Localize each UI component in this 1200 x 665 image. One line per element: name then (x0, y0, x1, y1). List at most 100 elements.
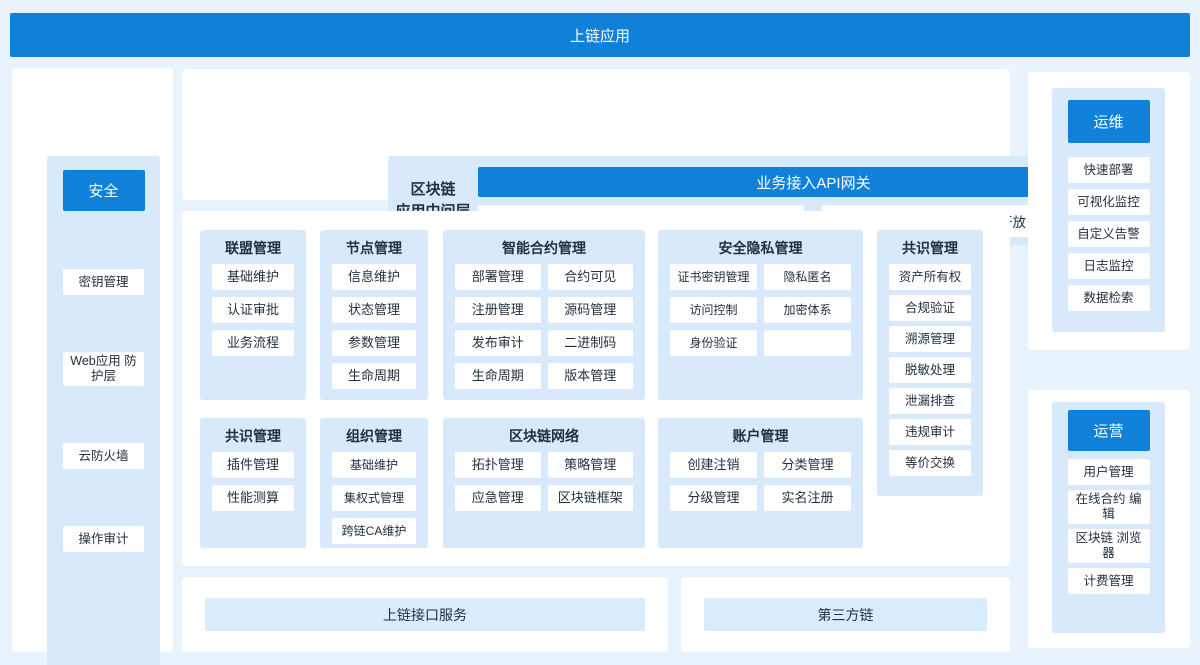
item-box: 等价交换 (889, 450, 971, 476)
modules-section: 联盟管理 基础维护认证审批业务流程 节点管理 信息维护状态管理参数管理生命周期 … (182, 211, 1010, 566)
item-box: 源码管理 (548, 297, 634, 323)
item-box: 违规审计 (889, 419, 971, 445)
item-box: 二进制码 (548, 330, 634, 356)
item-box: 状态管理 (332, 297, 416, 323)
item-box: 分级管理 (670, 485, 757, 511)
item-box: 注册管理 (455, 297, 541, 323)
item-box: 加密体系 (764, 297, 851, 323)
module-title: 智能合约管理 (455, 240, 633, 256)
item-box: 应急管理 (455, 485, 541, 511)
item-box: 日志监控 (1068, 253, 1150, 279)
module-items: 部署管理合约可见注册管理源码管理发布审计二进制码生命周期版本管理 (455, 264, 633, 389)
item-box: 可视化监控 (1068, 189, 1150, 215)
item-box: 身份验证 (670, 330, 757, 356)
middleware-section: 区块链 应用中间层 业务接入API网关 上链接口服务 智能合约开放 (182, 69, 1010, 200)
item-box: 基础维护 (212, 264, 294, 290)
item-box: Web应用 防护层 (63, 352, 144, 386)
module-items: 基础维护集权式管理跨链CA维护 (332, 452, 416, 544)
item-box: 隐私匿名 (764, 264, 851, 290)
ops-column: 运维 快速部署可视化监控自定义告警日志监控数据检索 (1052, 88, 1165, 332)
item-box: 参数管理 (332, 330, 416, 356)
middleware-label-line1: 区块链 (395, 179, 470, 201)
item-box: 溯源管理 (889, 326, 971, 352)
module-title: 账户管理 (670, 428, 851, 444)
item-box: 证书密钥管理 (670, 264, 757, 290)
item-box (764, 330, 851, 356)
bottom-chain-service-panel: 上链接口服务 (182, 577, 668, 652)
item-box: 分类管理 (764, 452, 851, 478)
item-box: 基础维护 (332, 452, 416, 478)
module-items: 创建注销分类管理分级管理实名注册 (670, 452, 851, 511)
chain-interface-service-bar: 上链接口服务 (205, 598, 645, 631)
item-box: 在线合约 编辑 (1068, 490, 1150, 524)
top-banner: 上链应用 (10, 13, 1190, 57)
module-title: 组织管理 (332, 428, 416, 444)
security-items: 密钥管理 Web应用 防护层云防火墙操作审计 (47, 269, 160, 552)
security-panel: 安全 密钥管理 Web应用 防护层云防火墙操作审计 (12, 68, 173, 652)
item-box: 合约可见 (548, 264, 634, 290)
item-box: 密钥管理 (63, 269, 144, 295)
item-box: 版本管理 (548, 363, 634, 389)
item-box: 创建注销 (670, 452, 757, 478)
module-title: 节点管理 (332, 240, 416, 256)
module-blockchain-network: 区块链网络 拓扑管理策略管理应急管理区块链框架 (443, 418, 645, 548)
item-box: 生命周期 (455, 363, 541, 389)
item-box: 数据检索 (1068, 285, 1150, 311)
module-consensus-management-tall: 共识管理 资产所有权合规验证溯源管理脱敏处理泄漏排查违规审计等价交换 (877, 230, 983, 496)
item-box: 快速部署 (1068, 157, 1150, 183)
item-box: 用户管理 (1068, 459, 1150, 485)
item-box: 插件管理 (212, 452, 294, 478)
item-box: 区块链框架 (548, 485, 634, 511)
module-consensus-management: 共识管理 插件管理性能测算 (200, 418, 306, 548)
module-title: 联盟管理 (212, 240, 294, 256)
item-box: 认证审批 (212, 297, 294, 323)
item-box: 自定义告警 (1068, 221, 1150, 247)
item-box: 泄漏排查 (889, 388, 971, 414)
module-title: 区块链网络 (455, 428, 633, 444)
module-items: 资产所有权合规验证溯源管理脱敏处理泄漏排查违规审计等价交换 (889, 264, 971, 476)
operation-items: 用户管理在线合约 编辑区块链 浏览器计费管理 (1052, 459, 1165, 594)
module-node-management: 节点管理 信息维护状态管理参数管理生命周期 (320, 230, 428, 400)
item-box: 计费管理 (1068, 568, 1150, 594)
module-items: 插件管理性能测算 (212, 452, 294, 511)
third-party-chain-bar: 第三方链 (704, 598, 987, 631)
security-header: 安全 (63, 170, 145, 211)
operation-header: 运营 (1068, 410, 1150, 451)
security-column: 安全 密钥管理 Web应用 防护层云防火墙操作审计 (47, 156, 160, 665)
item-box: 云防火墙 (63, 443, 144, 469)
item-box: 脱敏处理 (889, 357, 971, 383)
item-box: 资产所有权 (889, 264, 971, 290)
module-items: 拓扑管理策略管理应急管理区块链框架 (455, 452, 633, 511)
item-box: 生命周期 (332, 363, 416, 389)
operation-panel: 运营 用户管理在线合约 编辑区块链 浏览器计费管理 (1028, 390, 1190, 648)
item-box: 操作审计 (63, 526, 144, 552)
item-box: 拓扑管理 (455, 452, 541, 478)
module-alliance-management: 联盟管理 基础维护认证审批业务流程 (200, 230, 306, 400)
item-box: 区块链 浏览器 (1068, 529, 1150, 563)
module-account-management: 账户管理 创建注销分类管理分级管理实名注册 (658, 418, 863, 548)
ops-panel: 运维 快速部署可视化监控自定义告警日志监控数据检索 (1028, 72, 1190, 350)
module-security-privacy-management: 安全隐私管理 证书密钥管理隐私匿名访问控制加密体系身份验证 (658, 230, 863, 400)
module-organization-management: 组织管理 基础维护集权式管理跨链CA维护 (320, 418, 428, 548)
ops-header: 运维 (1068, 100, 1150, 143)
operation-column: 运营 用户管理在线合约 编辑区块链 浏览器计费管理 (1052, 402, 1165, 633)
item-box: 发布审计 (455, 330, 541, 356)
module-items: 基础维护认证审批业务流程 (212, 264, 294, 356)
item-box: 信息维护 (332, 264, 416, 290)
item-box: 集权式管理 (332, 485, 416, 511)
module-smart-contract-management: 智能合约管理 部署管理合约可见注册管理源码管理发布审计二进制码生命周期版本管理 (443, 230, 645, 400)
module-title: 共识管理 (212, 428, 294, 444)
item-box: 访问控制 (670, 297, 757, 323)
item-box: 跨链CA维护 (332, 518, 416, 544)
item-box: 部署管理 (455, 264, 541, 290)
ops-items: 快速部署可视化监控自定义告警日志监控数据检索 (1052, 157, 1165, 311)
bottom-third-party-chain-panel: 第三方链 (681, 577, 1010, 652)
item-box: 业务流程 (212, 330, 294, 356)
item-box: 策略管理 (548, 452, 634, 478)
item-box: 实名注册 (764, 485, 851, 511)
module-items: 信息维护状态管理参数管理生命周期 (332, 264, 416, 389)
module-title: 安全隐私管理 (670, 240, 851, 256)
item-box: 合规验证 (889, 295, 971, 321)
module-items: 证书密钥管理隐私匿名访问控制加密体系身份验证 (670, 264, 851, 356)
module-title: 共识管理 (889, 240, 971, 256)
